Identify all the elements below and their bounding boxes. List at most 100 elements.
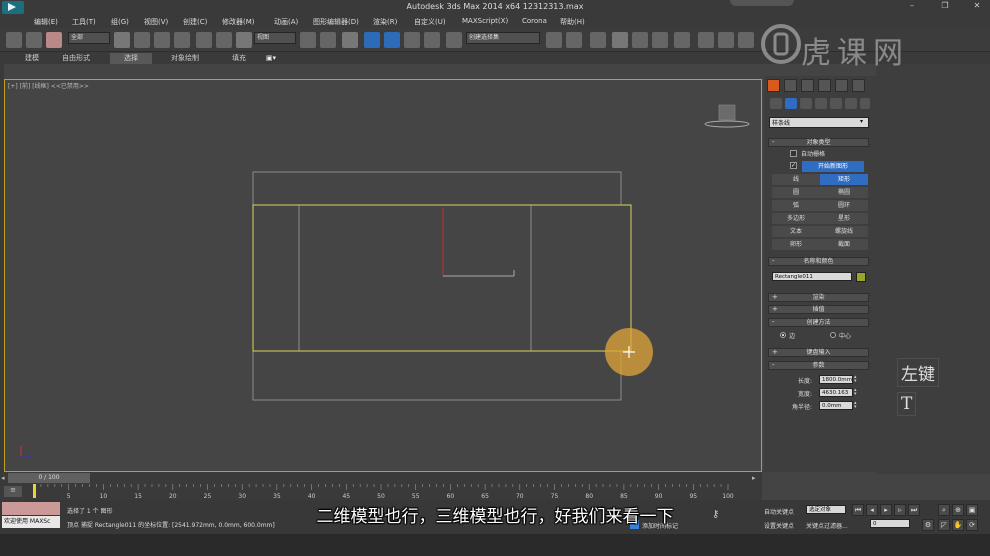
unlink-icon[interactable] [26,32,42,48]
move-icon[interactable] [196,32,212,48]
scale-icon[interactable] [236,32,252,48]
menu-corona[interactable]: Corona [522,17,547,25]
creation-edge-radio[interactable] [780,332,786,338]
shape-line-button[interactable]: 线 [772,174,820,185]
lights-icon[interactable] [800,98,812,109]
shape-helix-button[interactable]: 螺旋线 [820,226,868,237]
shape-section-button[interactable]: 截面 [820,239,868,250]
mirror-icon[interactable] [546,32,562,48]
maximize-button[interactable]: ❐ [935,1,955,12]
window-crossing-icon[interactable] [174,32,190,48]
select-manipulate-icon[interactable] [320,32,336,48]
schematic-view-icon[interactable] [652,32,668,48]
rendering-rollout[interactable]: + 渲染 [768,293,869,302]
creation-center-radio[interactable] [830,332,836,338]
render-setup-icon[interactable] [698,32,714,48]
time-slider[interactable]: ◂ 0 / 100 ▸ [0,472,762,484]
time-slider-thumb[interactable]: 0 / 100 [8,473,90,483]
object-color-swatch[interactable] [856,272,866,282]
name-color-rollout[interactable]: - 名称和颜色 [768,257,869,266]
keyboard-input-rollout[interactable]: + 键盘输入 [768,348,869,357]
geometry-icon[interactable] [770,98,782,109]
align-icon[interactable] [566,32,582,48]
display-tab-icon[interactable] [835,79,848,92]
rect-selection-icon[interactable] [154,32,170,48]
render-production-icon[interactable] [738,32,754,48]
start-new-shape-button[interactable]: 开始新图形 [802,161,864,172]
minimize-button[interactable]: – [902,1,922,12]
length-input[interactable]: 1800.0mm [819,375,853,384]
select-by-name-icon[interactable] [134,32,150,48]
object-type-rollout[interactable]: - 对象类型 [768,138,869,147]
menu-help[interactable]: 帮助(H) [560,17,585,27]
shapes-icon[interactable] [785,98,797,109]
ribbon-options-icon[interactable]: ▣▾ [262,53,280,64]
shape-arc-button[interactable]: 弧 [772,200,820,211]
systems-icon[interactable] [860,98,870,109]
width-spinner[interactable]: ▴ ▾ [854,388,857,397]
tab-modeling[interactable]: 建模 [16,53,48,64]
time-prev-arrow-icon[interactable]: ◂ [1,474,5,482]
utilities-tab-icon[interactable] [852,79,865,92]
corner-radius-spinner[interactable]: ▴ ▾ [854,401,857,410]
menu-animation[interactable]: 动画(A) [274,17,298,27]
modify-tab-icon[interactable] [784,79,797,92]
menu-graph-editors[interactable]: 图形编辑器(D) [313,17,359,27]
close-button[interactable]: ✕ [967,1,987,12]
menu-views[interactable]: 视图(V) [144,17,168,27]
object-name-input[interactable]: Rectangle011 [772,272,852,281]
shape-ellipse-button[interactable]: 椭圆 [820,187,868,198]
interpolation-rollout[interactable]: + 插值 [768,305,869,314]
shape-text-button[interactable]: 文本 [772,226,820,237]
menu-tools[interactable]: 工具(T) [72,17,96,27]
percent-snap-icon[interactable] [404,32,420,48]
shape-circle-button[interactable]: 圆 [772,187,820,198]
tab-populate[interactable]: 填充 [222,53,256,64]
category-dropdown[interactable]: 样条线 [769,117,869,128]
cameras-icon[interactable] [815,98,827,109]
front-viewport[interactable]: [+] [前] [线框] <<已禁用>> [4,79,762,472]
start-new-shape-checkbox[interactable]: ✓ [790,162,797,169]
menu-create[interactable]: 创建(C) [183,17,207,27]
menu-edit[interactable]: 编辑(E) [34,17,58,27]
time-next-arrow-icon[interactable]: ▸ [752,474,756,482]
shape-egg-button[interactable]: 卵形 [772,239,820,250]
reference-coord-dropdown[interactable]: 视图 [254,32,296,44]
creation-method-rollout[interactable]: - 创建方法 [768,318,869,327]
tab-freeform[interactable]: 自由形式 [56,53,96,64]
hierarchy-tab-icon[interactable] [801,79,814,92]
menu-group[interactable]: 组(G) [111,17,129,27]
shape-star-button[interactable]: 星形 [820,213,868,224]
keyboard-shortcut-icon[interactable] [342,32,358,48]
parameters-rollout[interactable]: - 参数 [768,361,869,370]
rotate-icon[interactable] [216,32,232,48]
select-object-icon[interactable] [114,32,130,48]
edit-named-selection-icon[interactable] [446,32,462,48]
menu-modifiers[interactable]: 修改器(M) [222,17,255,27]
pivot-center-icon[interactable] [300,32,316,48]
menu-rendering[interactable]: 渲染(R) [373,17,397,27]
shape-ngon-button[interactable]: 多边形 [772,213,820,224]
bind-space-warp-icon[interactable] [46,32,62,48]
graphite-toggle-icon[interactable] [612,32,628,48]
curve-editor-icon[interactable] [632,32,648,48]
length-spinner[interactable]: ▴ ▾ [854,375,857,384]
snaps-toggle-icon[interactable] [364,32,380,48]
width-input[interactable]: 4630.163 [819,388,853,397]
layer-manager-icon[interactable] [590,32,606,48]
tab-object-paint[interactable]: 对象绘制 [162,53,208,64]
tab-selection[interactable]: 选择 [110,53,152,64]
chevron-down-icon[interactable]: ▾ [860,118,863,125]
spinner-snap-icon[interactable] [424,32,440,48]
menu-customize[interactable]: 自定义(U) [414,17,446,27]
link-icon[interactable] [6,32,22,48]
angle-snap-icon[interactable] [384,32,400,48]
shape-donut-button[interactable]: 圆环 [820,200,868,211]
trackbar[interactable]: ≡ 5 10 15 20 25 30 35 40 45 50 55 60 65 70 75 80 85 90 95 1… [0,484,762,500]
helpers-icon[interactable] [830,98,842,109]
rendered-frame-icon[interactable] [718,32,734,48]
menu-maxscript[interactable]: MAXScript(X) [462,17,508,25]
motion-tab-icon[interactable] [818,79,831,92]
space-warps-icon[interactable] [845,98,857,109]
shape-rectangle-button[interactable]: 矩形 [820,174,868,185]
